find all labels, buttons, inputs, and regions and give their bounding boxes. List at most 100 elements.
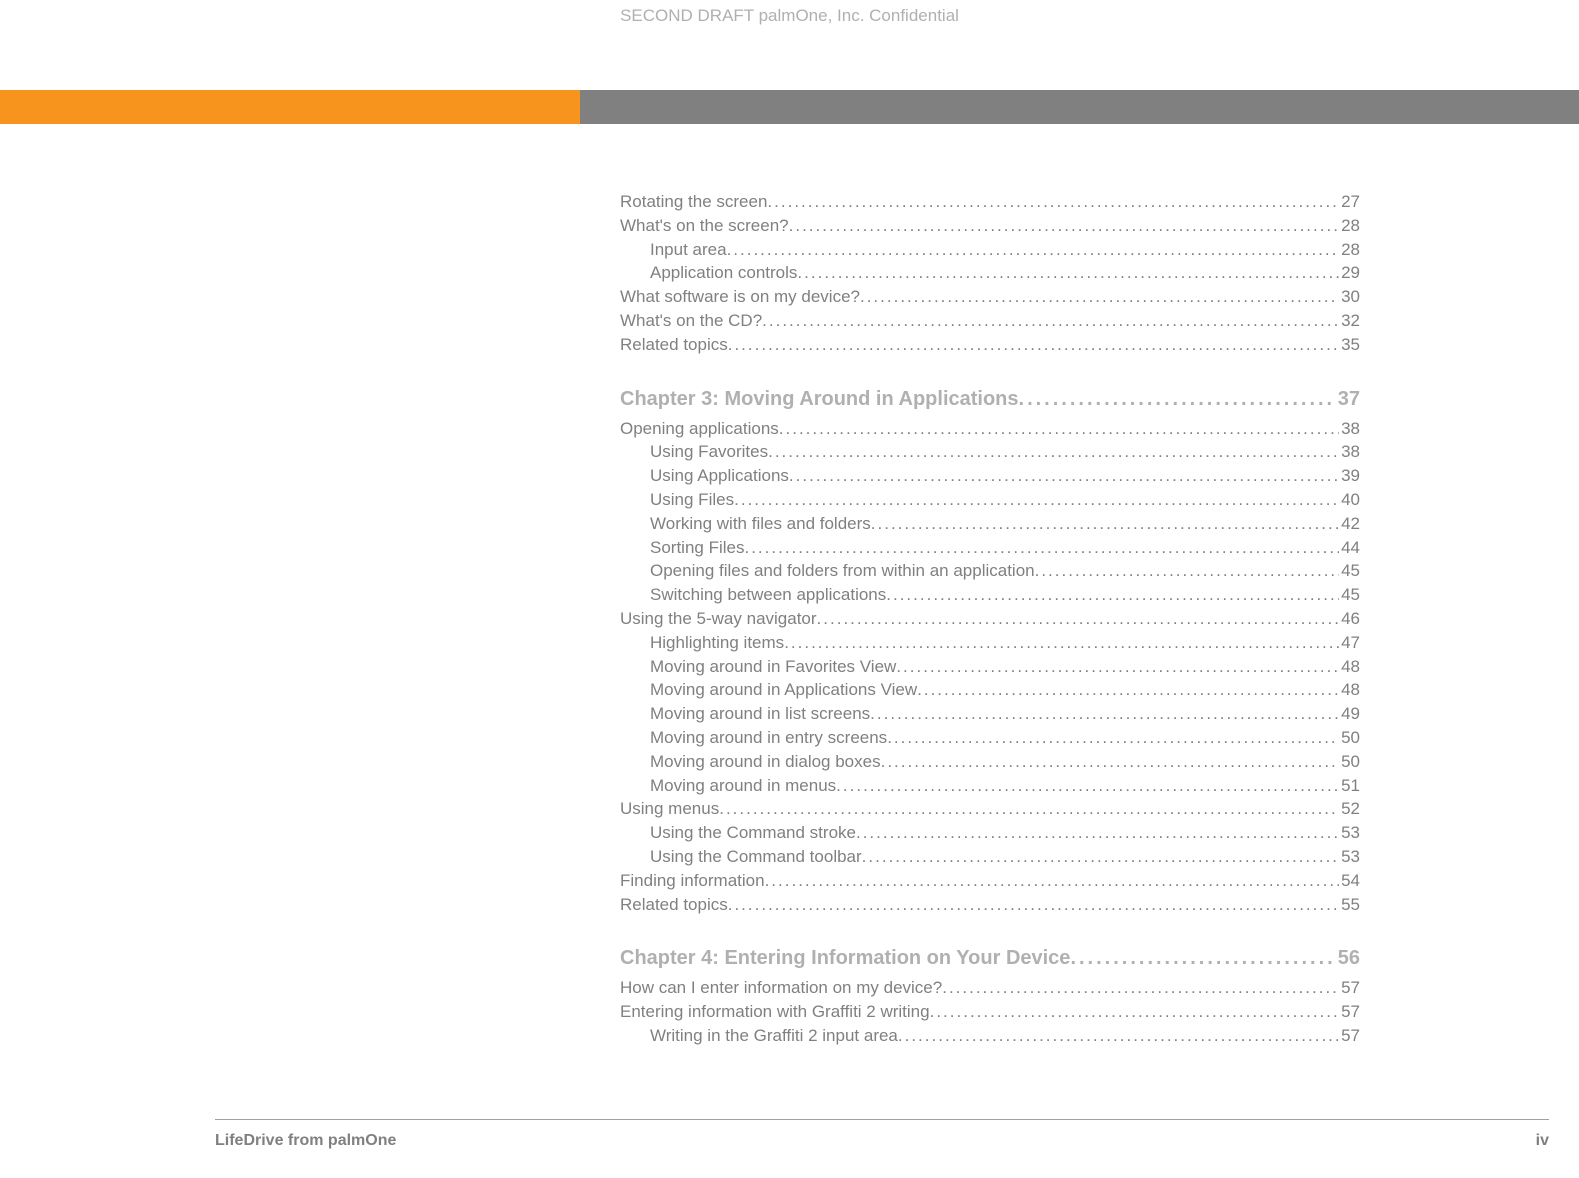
leader-dots — [930, 1000, 1339, 1017]
toc-entry-page: 55 — [1339, 893, 1360, 917]
toc-entry-page: 48 — [1339, 655, 1360, 679]
toc-entry-title: Opening files and folders from within an… — [650, 559, 1035, 583]
toc-entry-title: What's on the screen? — [620, 214, 789, 238]
toc-entry-page: 57 — [1339, 1000, 1360, 1024]
leader-dots — [871, 512, 1339, 529]
leader-dots — [887, 726, 1339, 743]
toc-entry-title: Using the Command toolbar — [650, 845, 862, 869]
toc-entry-title: Moving around in list screens — [650, 702, 870, 726]
toc-entry-title: Writing in the Graffiti 2 input area — [650, 1024, 898, 1048]
toc-entry-page: 52 — [1339, 797, 1360, 821]
toc-entry: Using Favorites 38 — [620, 440, 1360, 464]
toc-entry-title: Application controls — [650, 261, 797, 285]
leader-dots — [881, 750, 1339, 767]
toc-entry: Sorting Files 44 — [620, 536, 1360, 560]
toc-entry: Moving around in Favorites View 48 — [620, 655, 1360, 679]
toc-entry-page: 57 — [1339, 976, 1360, 1000]
toc-entry: Using menus 52 — [620, 797, 1360, 821]
leader-dots — [727, 238, 1340, 255]
toc-entry: Moving around in menus 51 — [620, 774, 1360, 798]
toc-entry-title: Working with files and folders — [650, 512, 871, 536]
toc-entry-title: Moving around in entry screens — [650, 726, 887, 750]
toc-entry: Opening files and folders from within an… — [620, 559, 1360, 583]
toc-entry-title: Rotating the screen — [620, 190, 767, 214]
toc-entry: Related topics 55 — [620, 893, 1360, 917]
leader-dots — [856, 821, 1339, 838]
toc-entry: Using Files 40 — [620, 488, 1360, 512]
toc-entry-page: 57 — [1339, 1024, 1360, 1048]
toc-entry-page: 53 — [1339, 845, 1360, 869]
toc-entry: Opening applications38 — [620, 417, 1360, 441]
chapter-4-title: Chapter 4: Entering Information on Your … — [620, 944, 1070, 972]
toc-entry-title: Using menus — [620, 797, 719, 821]
toc-entry: Moving around in entry screens 50 — [620, 726, 1360, 750]
leader-dots — [862, 845, 1339, 862]
toc-entry-title: Sorting Files — [650, 536, 744, 560]
toc-entry: Moving around in dialog boxes 50 — [620, 750, 1360, 774]
toc-entry-title: How can I enter information on my device… — [620, 976, 942, 1000]
toc-entry-page: 50 — [1339, 750, 1360, 774]
toc-entry: Highlighting items 47 — [620, 631, 1360, 655]
toc-entry-title: Using the 5-way navigator — [620, 607, 817, 631]
leader-dots — [817, 607, 1340, 624]
chapter-3-page: 37 — [1336, 385, 1360, 413]
toc-entry: How can I enter information on my device… — [620, 976, 1360, 1000]
toc-entry-page: 49 — [1339, 702, 1360, 726]
leader-dots — [836, 774, 1339, 791]
chapter-4-page: 56 — [1336, 944, 1360, 972]
toc-entry: Application controls 29 — [620, 261, 1360, 285]
leader-dots — [1035, 559, 1339, 576]
leader-dots — [942, 976, 1339, 993]
toc-entry-title: Input area — [650, 238, 727, 262]
toc-entry: What's on the screen? 28 — [620, 214, 1360, 238]
toc-entry-page: 47 — [1339, 631, 1360, 655]
toc-entry: Finding information54 — [620, 869, 1360, 893]
toc-entry-page: 48 — [1339, 678, 1360, 702]
toc-entry-page: 29 — [1339, 261, 1360, 285]
toc-entry-page: 51 — [1339, 774, 1360, 798]
toc-entry-title: Related topics — [620, 893, 728, 917]
leader-dots — [744, 536, 1339, 553]
chapter-4-heading: Chapter 4: Entering Information on Your … — [620, 944, 1360, 972]
leader-dots — [765, 869, 1340, 886]
toc-entry: Using the Command toolbar 53 — [620, 845, 1360, 869]
toc-entry-page: 45 — [1339, 559, 1360, 583]
leader-dots — [734, 488, 1339, 505]
toc-entry: Moving around in Applications View 48 — [620, 678, 1360, 702]
table-of-contents: Rotating the screen27What's on the scree… — [620, 190, 1360, 1048]
toc-entry-page: 42 — [1339, 512, 1360, 536]
toc-entry-title: Opening applications — [620, 417, 779, 441]
leader-dots — [779, 417, 1339, 434]
leader-dots — [762, 309, 1339, 326]
toc-entry-title: What's on the CD? — [620, 309, 762, 333]
leader-dots — [784, 631, 1339, 648]
confidential-header: SECOND DRAFT palmOne, Inc. Confidential — [0, 6, 1579, 26]
leader-dots — [789, 464, 1339, 481]
toc-entry-page: 28 — [1339, 214, 1360, 238]
toc-entry-title: Related topics — [620, 333, 728, 357]
leader-dots — [1019, 385, 1336, 405]
toc-entry: Rotating the screen27 — [620, 190, 1360, 214]
footer-page-number: iv — [1536, 1132, 1549, 1150]
toc-entry-page: 46 — [1339, 607, 1360, 631]
leader-dots — [728, 893, 1339, 910]
toc-entry: Moving around in list screens 49 — [620, 702, 1360, 726]
toc-entry-page: 32 — [1339, 309, 1360, 333]
toc-entry-title: Finding information — [620, 869, 765, 893]
toc-entry: Input area 28 — [620, 238, 1360, 262]
toc-entry-title: Moving around in Favorites View — [650, 655, 896, 679]
toc-entry-page: 50 — [1339, 726, 1360, 750]
toc-entry-title: Moving around in dialog boxes — [650, 750, 881, 774]
toc-entry: Working with files and folders 42 — [620, 512, 1360, 536]
banner-orange-segment — [0, 90, 580, 124]
leader-dots — [728, 333, 1339, 350]
leader-dots — [886, 583, 1339, 600]
chapter-3-heading: Chapter 3: Moving Around in Applications… — [620, 385, 1360, 413]
toc-entry: Related topics35 — [620, 333, 1360, 357]
leader-dots — [719, 797, 1339, 814]
toc-entry-page: 44 — [1339, 536, 1360, 560]
leader-dots — [860, 285, 1339, 302]
leader-dots — [870, 702, 1339, 719]
toc-entry-page: 39 — [1339, 464, 1360, 488]
leader-dots — [768, 440, 1339, 457]
